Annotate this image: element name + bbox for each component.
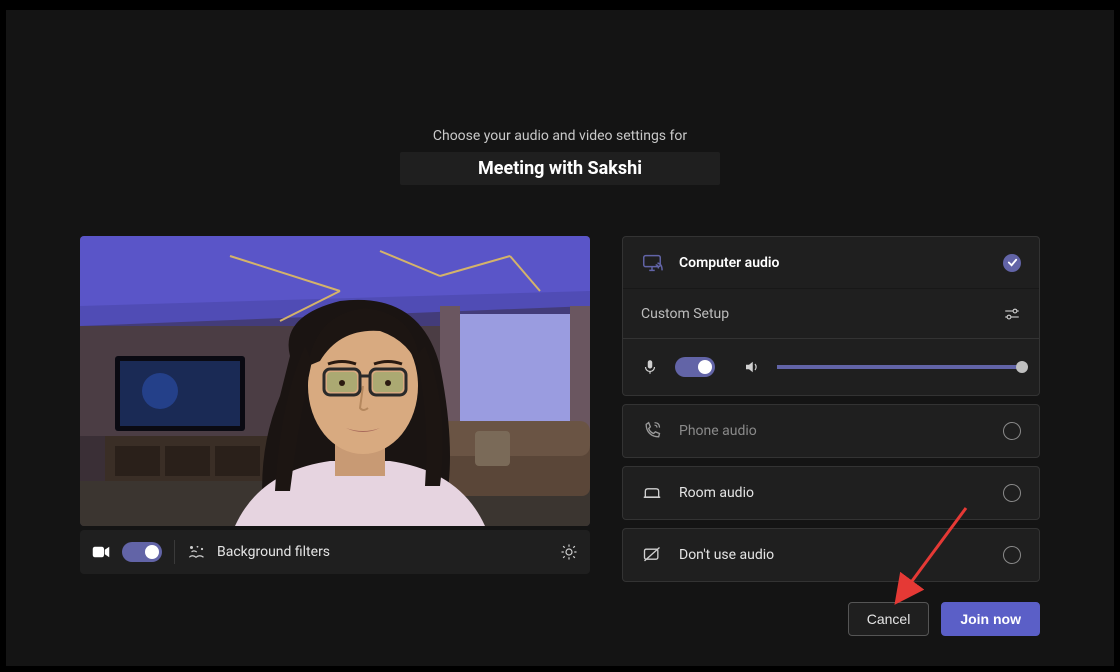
- video-panel: Background filters: [80, 236, 590, 582]
- divider: [174, 540, 175, 564]
- prejoin-screen: Choose your audio and video settings for…: [6, 10, 1114, 666]
- background-filters-icon: [187, 543, 205, 561]
- room-audio-icon: [641, 482, 663, 504]
- radio-unchecked-icon: [1003, 546, 1021, 564]
- audio-option-none[interactable]: Don't use audio: [623, 529, 1039, 581]
- audio-option-room[interactable]: Room audio: [623, 467, 1039, 519]
- meeting-title-field[interactable]: Meeting with Sakshi: [400, 152, 720, 185]
- audio-panel: Computer audio Custom Setup: [622, 236, 1040, 582]
- radio-unchecked-icon: [1003, 422, 1021, 440]
- radio-checked-icon: [1003, 254, 1021, 272]
- content: Background filters Computer audio: [80, 236, 1040, 582]
- audio-option-phone[interactable]: Phone audio: [623, 405, 1039, 457]
- radio-unchecked-icon: [1003, 484, 1021, 502]
- cancel-button[interactable]: Cancel: [848, 602, 930, 636]
- mic-volume-row: [623, 339, 1039, 395]
- audio-option-phone-card: Phone audio: [622, 404, 1040, 458]
- video-preview-image: [80, 236, 590, 526]
- audio-option-none-card: Don't use audio: [622, 528, 1040, 582]
- volume-slider[interactable]: [777, 365, 1021, 369]
- phone-audio-icon: [641, 420, 663, 442]
- video-controls-bar: Background filters: [80, 530, 590, 574]
- sliders-icon: [1003, 305, 1021, 323]
- computer-audio-card: Computer audio Custom Setup: [622, 236, 1040, 396]
- room-audio-label: Room audio: [679, 485, 987, 501]
- audio-option-room-card: Room audio: [622, 466, 1040, 520]
- no-audio-label: Don't use audio: [679, 547, 987, 563]
- audio-option-computer[interactable]: Computer audio: [623, 237, 1039, 289]
- header-subtitle: Choose your audio and video settings for: [6, 128, 1114, 144]
- meeting-title: Meeting with Sakshi: [478, 158, 642, 179]
- footer-buttons: Cancel Join now: [848, 602, 1040, 636]
- custom-setup-row[interactable]: Custom Setup: [623, 289, 1039, 339]
- video-preview: [80, 236, 590, 526]
- phone-audio-label: Phone audio: [679, 423, 987, 439]
- join-now-button[interactable]: Join now: [941, 602, 1040, 636]
- speaker-icon: [743, 358, 761, 376]
- gear-icon[interactable]: [560, 543, 578, 561]
- background-filters-label[interactable]: Background filters: [217, 544, 548, 560]
- mic-icon: [641, 358, 659, 376]
- computer-audio-icon: [641, 252, 663, 274]
- no-audio-icon: [641, 544, 663, 566]
- header: Choose your audio and video settings for…: [6, 128, 1114, 185]
- mic-toggle[interactable]: [675, 357, 715, 377]
- custom-setup-label: Custom Setup: [641, 306, 729, 322]
- computer-audio-label: Computer audio: [679, 255, 987, 271]
- camera-icon: [92, 545, 110, 559]
- camera-toggle[interactable]: [122, 542, 162, 562]
